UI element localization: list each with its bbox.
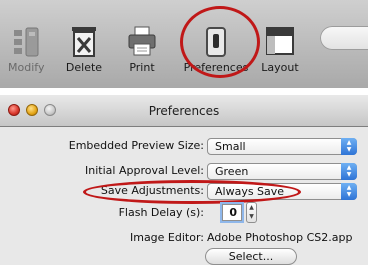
embedded-preview-size-popup[interactable]: Small ▲ ▼ (207, 138, 357, 155)
select-button[interactable]: Select... (205, 248, 297, 265)
flash-delay-field[interactable]: 0 (222, 204, 242, 221)
window-gap (0, 88, 368, 95)
popup-arrows-icon: ▲ ▼ (341, 138, 357, 155)
initial-approval-level-label: Initial Approval Level: (85, 164, 204, 177)
save-adjustments-popup[interactable]: Always Save ▲ ▼ (207, 183, 357, 200)
save-adjustments-value: Always Save (215, 185, 285, 198)
embedded-preview-size-value: Small (215, 140, 246, 153)
image-editor-value: Adobe Photoshop CS2.app (207, 231, 353, 244)
embedded-preview-size-label: Embedded Preview Size: (68, 139, 204, 152)
save-adjustments-label: Save Adjustments: (100, 184, 204, 197)
image-editor-label: Image Editor: (129, 231, 204, 244)
toolbar: Modify Delete Print Preferences Layout (0, 0, 368, 88)
flash-delay-stepper[interactable]: ▲ ▼ (246, 202, 257, 223)
layout-icon (266, 27, 294, 55)
popup-arrows-icon: ▲ ▼ (341, 183, 357, 200)
delete-label: Delete (65, 61, 103, 74)
preferences-button[interactable]: Preferences (180, 0, 252, 88)
modify-button[interactable]: Modify (8, 0, 44, 88)
trash-icon (72, 27, 96, 57)
modify-icon (14, 27, 39, 57)
layout-button[interactable]: Layout (256, 0, 304, 88)
search-field[interactable] (320, 26, 368, 50)
popup-arrows-icon: ▲ ▼ (341, 163, 357, 180)
initial-approval-level-popup[interactable]: Green ▲ ▼ (207, 163, 357, 180)
printer-icon (128, 26, 156, 56)
flash-delay-label: Flash Delay (s): (118, 206, 204, 219)
initial-approval-level-value: Green (215, 165, 249, 178)
preferences-label: Preferences (183, 61, 249, 74)
layout-label: Layout (261, 61, 299, 74)
print-label: Print (129, 61, 155, 74)
switch-icon (206, 27, 226, 57)
window-titlebar[interactable]: Preferences (0, 95, 368, 127)
delete-button[interactable]: Delete (64, 0, 104, 88)
print-button[interactable]: Print (122, 0, 162, 88)
modify-label: Modify (8, 61, 45, 74)
window-title: Preferences (148, 104, 220, 118)
